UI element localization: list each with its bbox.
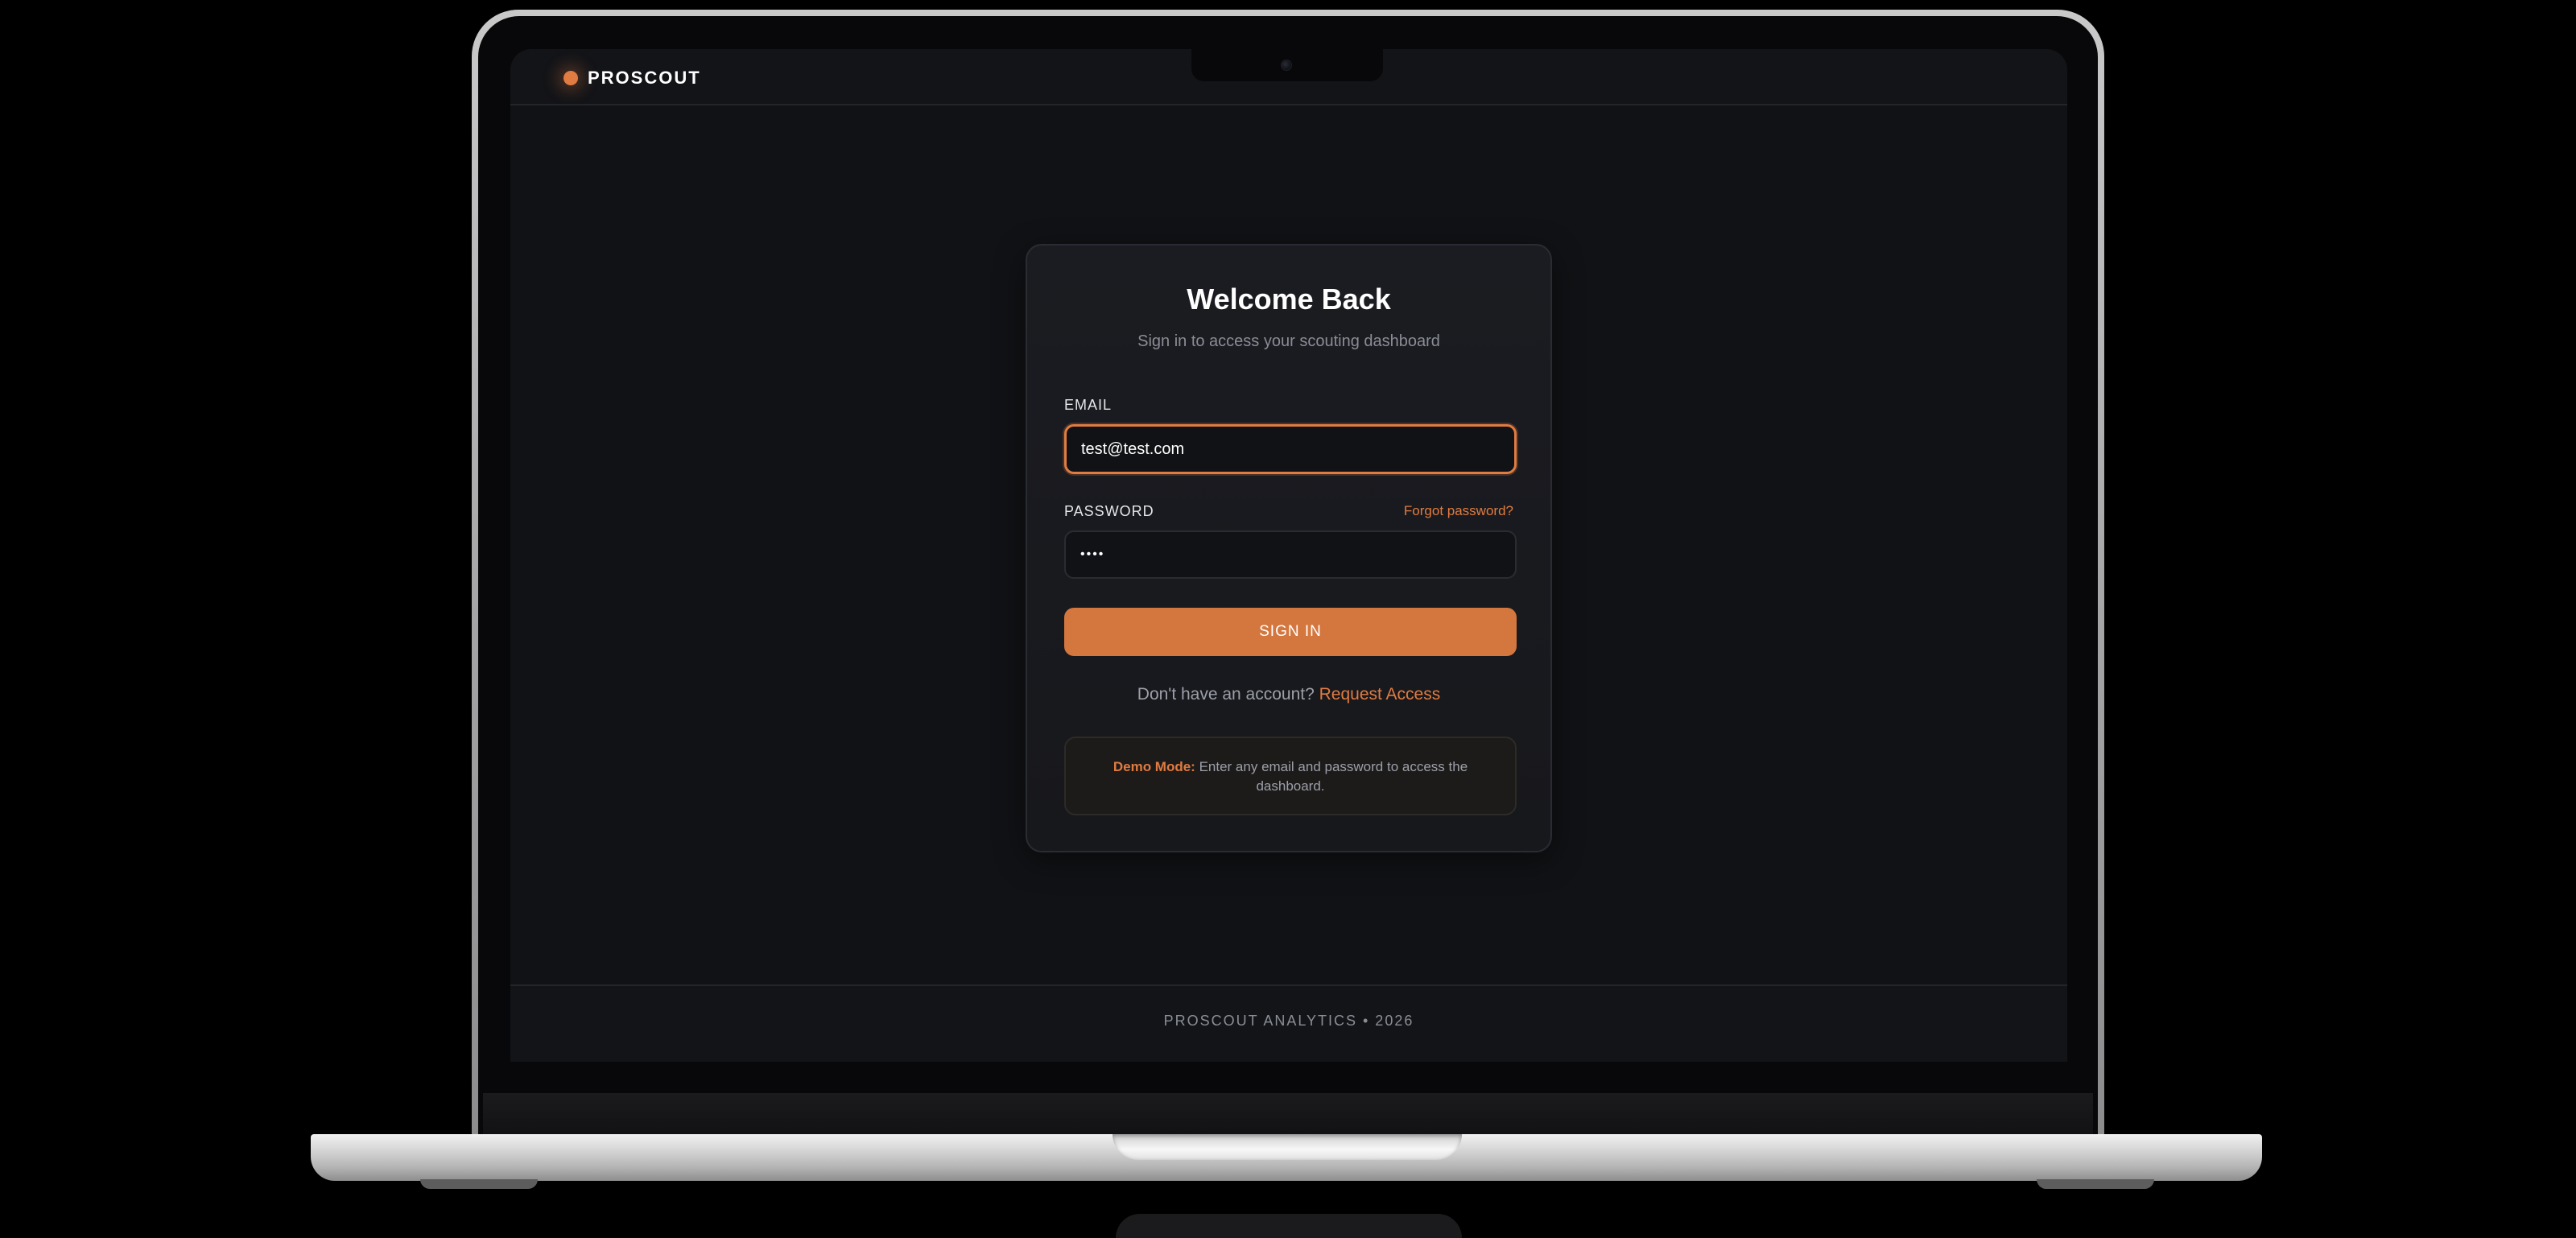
camera-icon bbox=[1281, 60, 1292, 71]
device-mockup: PROSCOUT Welcome Back Sign in to access … bbox=[0, 0, 2576, 1238]
login-card: Welcome Back Sign in to access your scou… bbox=[1026, 244, 1552, 852]
email-field[interactable] bbox=[1064, 424, 1517, 474]
stand-shadow bbox=[1116, 1214, 1462, 1238]
page-title: Welcome Back bbox=[1187, 283, 1391, 316]
lid-bottom-band bbox=[483, 1093, 2093, 1138]
no-account-text: Don't have an account? bbox=[1137, 685, 1315, 704]
brand-logo[interactable]: PROSCOUT bbox=[564, 65, 701, 91]
password-field[interactable] bbox=[1064, 530, 1517, 579]
app-screen: PROSCOUT Welcome Back Sign in to access … bbox=[510, 49, 2067, 1062]
email-label: EMAIL bbox=[1064, 397, 1113, 413]
forgot-password-link[interactable]: Forgot password? bbox=[1404, 503, 1513, 519]
footer-copyright: PROSCOUT ANALYTICS • 2026 bbox=[1163, 1013, 1414, 1029]
screen-notch bbox=[1191, 49, 1383, 81]
password-label: PASSWORD bbox=[1064, 503, 1154, 519]
laptop-thumb-notch bbox=[1113, 1134, 1462, 1160]
demo-mode-label: Demo Mode: bbox=[1113, 759, 1195, 774]
request-access-row: Don't have an account? Request Access bbox=[1027, 685, 1550, 704]
demo-mode-text: Enter any email and password to access t… bbox=[1199, 759, 1468, 794]
sign-in-button[interactable]: SIGN IN bbox=[1064, 608, 1517, 656]
brand-dot-icon bbox=[564, 71, 578, 85]
request-access-link[interactable]: Request Access bbox=[1319, 685, 1441, 704]
demo-mode-notice: Demo Mode: Enter any email and password … bbox=[1064, 737, 1517, 815]
page-subtitle: Sign in to access your scouting dashboar… bbox=[1137, 332, 1440, 350]
laptop-foot-left bbox=[420, 1179, 538, 1189]
brand-name: PROSCOUT bbox=[588, 68, 701, 88]
laptop-foot-right bbox=[2037, 1179, 2154, 1189]
